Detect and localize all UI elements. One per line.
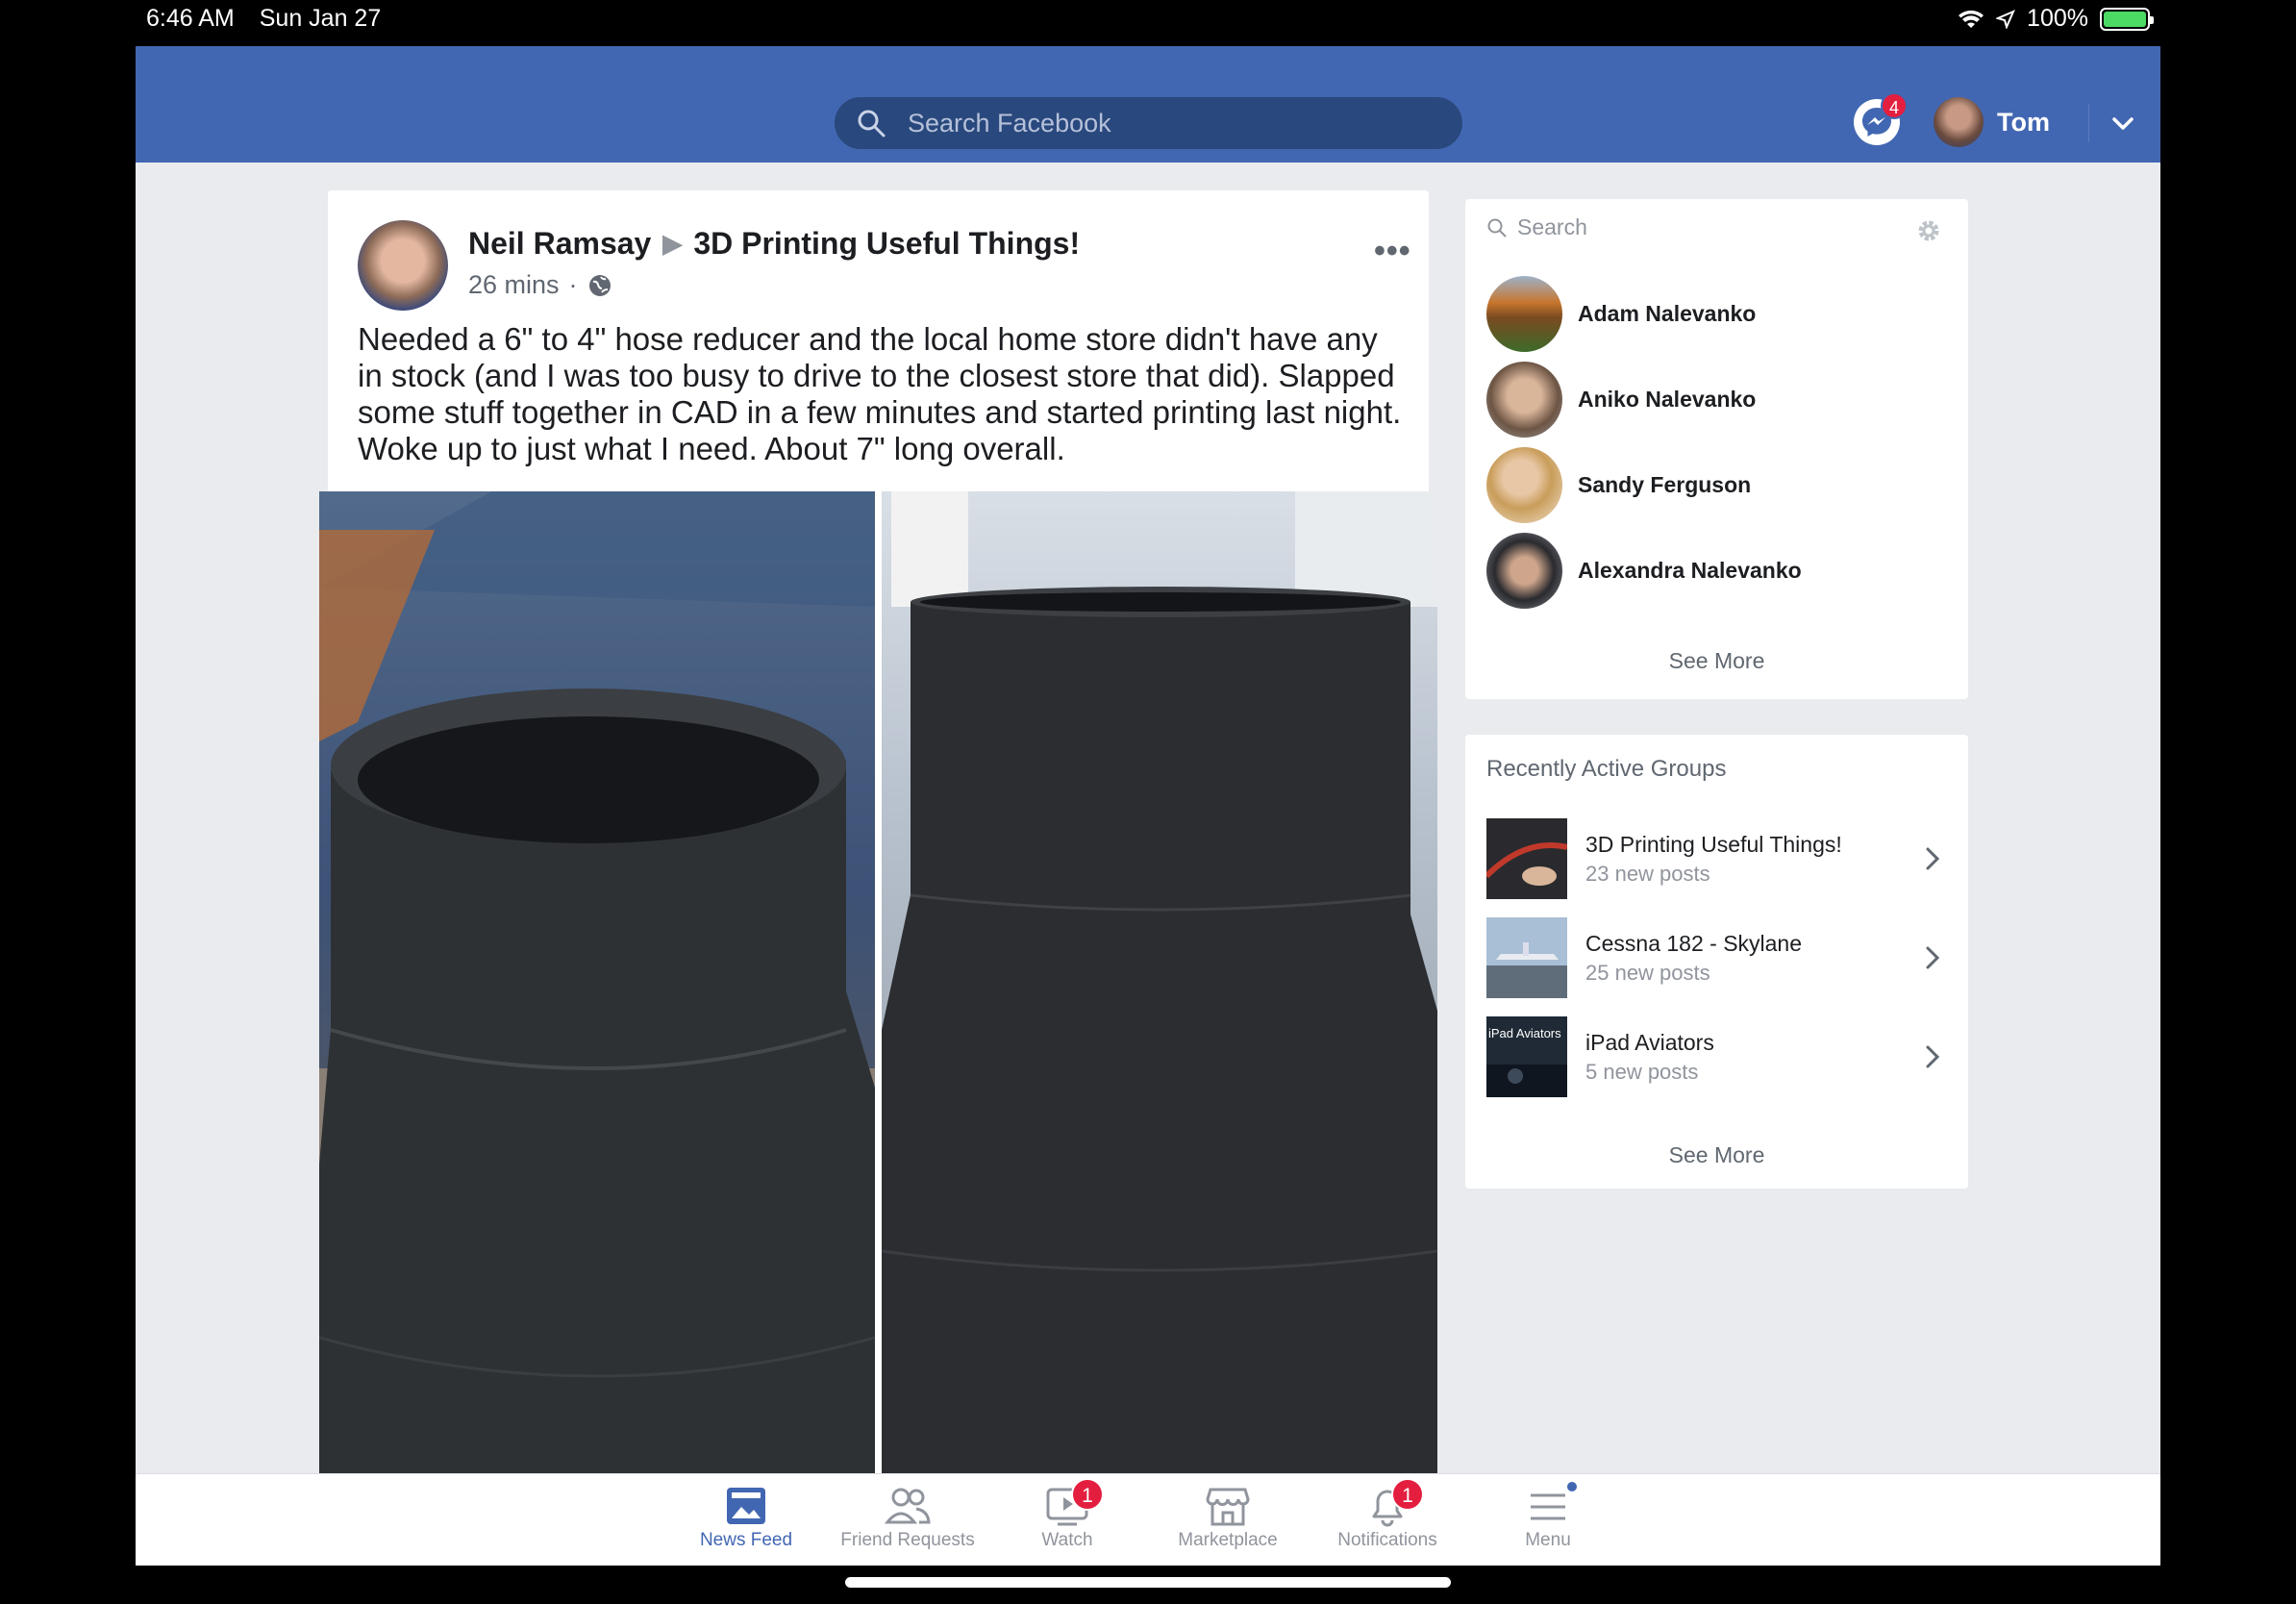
contact-name: Alexandra Nalevanko [1578,558,1802,583]
group-new-posts: 23 new posts [1585,862,1710,886]
menu-icon [1525,1480,1579,1528]
author-avatar[interactable] [358,220,448,311]
contact-item[interactable]: Sandy Ferguson [1486,447,1751,523]
status-time: 6:46 AM [146,5,235,32]
tab-label: Watch [1041,1530,1093,1550]
post-photo-2[interactable] [882,491,1437,1491]
contacts-panel: Search Adam Nalevanko Aniko Nalevanko Sa… [1465,199,1968,699]
group-name: iPad Aviators [1585,1030,1714,1055]
chevron-right-icon [1926,946,1940,969]
group-item[interactable]: Cessna 182 - Skylane 25 new posts [1486,917,1948,998]
contact-name: Adam Nalevanko [1578,301,1757,326]
group-thumbnail-text: iPad Aviators [1488,1026,1561,1040]
group-new-posts: 25 new posts [1585,961,1710,985]
group-name[interactable]: 3D Printing Useful Things! [693,226,1080,262]
chevron-right-icon [1926,1045,1940,1068]
avatar [1934,97,1984,147]
group-item[interactable]: iPad Aviators iPad Aviators 5 new posts [1486,1016,1948,1097]
group-new-posts: 5 new posts [1585,1060,1699,1084]
contact-item[interactable]: Adam Nalevanko [1486,276,1756,352]
arrow-right-icon: ▶ [662,229,683,258]
status-bar: 6:46 AM Sun Jan 27 100% [0,0,2296,38]
tab-marketplace[interactable]: Marketplace [1151,1484,1305,1551]
group-item[interactable]: 3D Printing Useful Things! 23 new posts [1486,818,1948,899]
group-name: Cessna 182 - Skylane [1585,931,1803,956]
wifi-icon [1959,10,1984,28]
contact-item[interactable]: Alexandra Nalevanko [1486,533,1802,609]
top-navigation-bar: 4 Tom [136,46,2160,163]
contacts-search-placeholder: Search [1517,214,1587,239]
post-meta: 26 mins · [468,270,612,300]
marketplace-icon [1205,1484,1251,1528]
contacts-see-more[interactable]: See More [1465,648,1968,674]
avatar [1486,362,1562,438]
tab-label: Marketplace [1178,1530,1278,1550]
watch-icon: 1 [1044,1478,1104,1528]
contact-name: Sandy Ferguson [1578,472,1752,497]
tab-news-feed[interactable]: News Feed [669,1484,823,1551]
group-thumbnail [1486,818,1567,899]
search-icon [1487,218,1507,238]
friends-icon [884,1484,931,1528]
battery-icon [2100,7,2154,31]
search-bar[interactable] [835,97,1462,149]
location-icon [1996,9,2015,29]
group-name: 3D Printing Useful Things! [1585,832,1842,857]
post-time[interactable]: 26 mins [468,270,560,300]
tab-label: Friend Requests [840,1530,975,1550]
bell-icon: 1 [1364,1478,1424,1528]
avatar [1486,276,1562,352]
post-photo-1[interactable] [319,491,875,1491]
menu-indicator-dot [1565,1480,1579,1493]
groups-title: Recently Active Groups [1486,756,1727,782]
avatar [1486,533,1562,609]
tab-label: Menu [1525,1530,1571,1550]
tab-label: News Feed [699,1530,793,1550]
hose-reducer-image [319,491,875,1491]
search-input[interactable] [908,108,1408,138]
contact-item[interactable]: Aniko Nalevanko [1486,362,1756,438]
gear-icon[interactable] [1916,218,1941,243]
group-thumbnail: iPad Aviators [1486,1016,1567,1097]
tab-friend-requests[interactable]: Friend Requests [831,1484,985,1551]
recently-active-groups: Recently Active Groups 3D Printing Usefu… [1465,735,1968,1189]
post-text: Needed a 6" to 4" hose reducer and the l… [358,321,1402,466]
groups-see-more[interactable]: See More [1465,1142,1968,1168]
divider [2088,104,2089,142]
post-header: Neil Ramsay ▶ 3D Printing Useful Things! [468,226,1080,262]
post-options-button[interactable]: ••• [1374,233,1411,270]
search-icon [858,110,886,138]
hose-reducer-image [882,491,1437,1491]
globe-icon [588,274,611,296]
contacts-search[interactable]: Search [1486,214,1587,240]
tab-notifications[interactable]: 1 Notifications [1310,1478,1464,1551]
facebook-app: 4 Tom Neil Ramsay ▶ 3D Printing Useful T… [136,46,2160,1566]
watch-badge: 1 [1071,1478,1104,1511]
status-date: Sun Jan 27 [259,5,382,32]
avatar [1486,447,1562,523]
battery-percent: 100% [2027,5,2088,32]
chevron-right-icon [1926,847,1940,870]
tab-label: Notifications [1337,1530,1437,1550]
author-name[interactable]: Neil Ramsay [468,226,651,262]
contact-name: Aniko Nalevanko [1578,387,1757,412]
messenger-badge: 4 [1881,92,1908,119]
notifications-badge: 1 [1391,1478,1424,1511]
bottom-tab-bar: News Feed Friend Requests 1 Watch Market… [136,1473,2160,1566]
chevron-down-icon[interactable] [2109,110,2137,138]
tab-menu[interactable]: Menu [1471,1480,1625,1551]
profile-name: Tom [1997,107,2050,137]
profile-button[interactable]: Tom [1934,97,2050,147]
home-indicator[interactable] [845,1577,1451,1588]
tab-watch[interactable]: 1 Watch [990,1478,1144,1551]
group-thumbnail [1486,917,1567,998]
news-feed-icon [723,1484,769,1528]
